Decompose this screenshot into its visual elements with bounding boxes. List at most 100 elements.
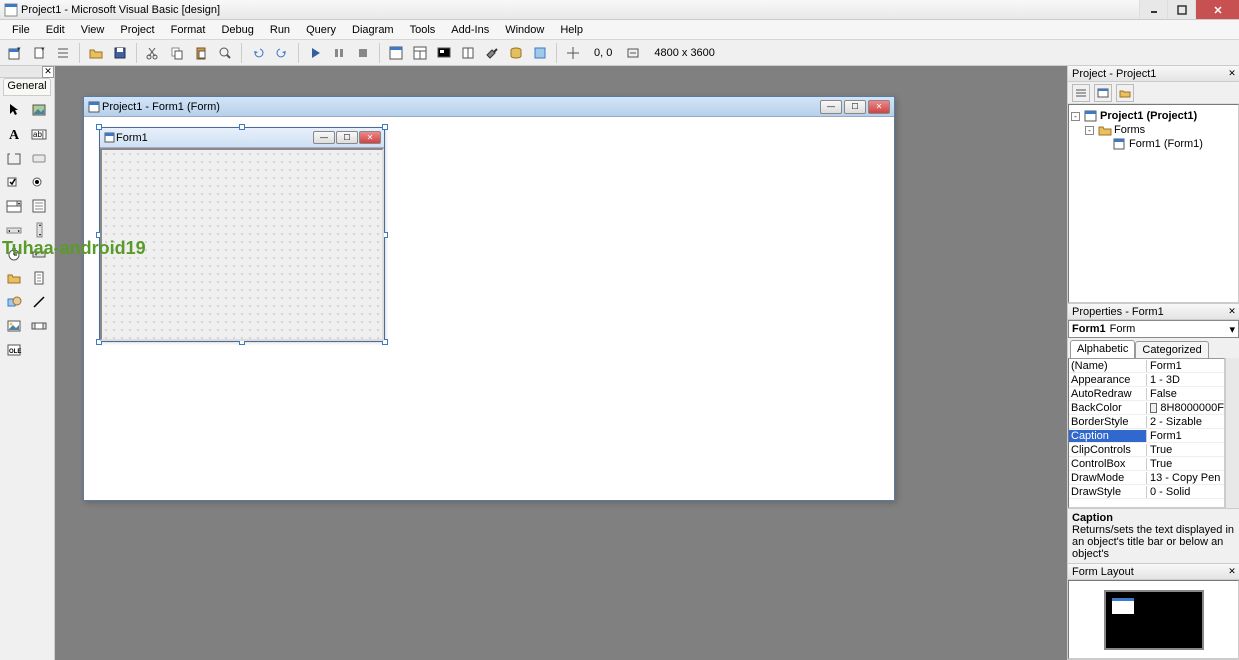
object-browser-button[interactable] — [457, 42, 479, 64]
menu-window[interactable]: Window — [497, 22, 552, 38]
properties-scrollbar[interactable] — [1225, 358, 1239, 508]
menu-editor-button[interactable] — [52, 42, 74, 64]
property-row[interactable]: CaptionForm1 — [1069, 429, 1224, 443]
tree-node-form1[interactable]: Form1 (Form1) — [1071, 137, 1236, 151]
designer-surface[interactable]: Form1 — ☐ ✕ Tuhaa-android19 — [84, 117, 894, 137]
property-value[interactable]: 8H8000000F — [1147, 402, 1224, 414]
menu-file[interactable]: File — [4, 22, 38, 38]
view-code-button[interactable] — [1072, 84, 1090, 102]
property-row[interactable]: ClipControlsTrue — [1069, 443, 1224, 457]
object-selector-combo[interactable]: Form1 Form ▾ — [1068, 320, 1239, 338]
maximize-button[interactable] — [1167, 0, 1195, 19]
label-tool[interactable]: A — [3, 123, 25, 145]
find-button[interactable] — [214, 42, 236, 64]
menu-edit[interactable]: Edit — [38, 22, 73, 38]
add-form-button[interactable]: ▾ — [28, 42, 50, 64]
form-position-indicator[interactable] — [1112, 598, 1134, 614]
save-button[interactable] — [109, 42, 131, 64]
property-row[interactable]: ControlBoxTrue — [1069, 457, 1224, 471]
listbox-tool[interactable] — [28, 195, 50, 217]
menu-addins[interactable]: Add-Ins — [443, 22, 497, 38]
property-row[interactable]: BorderStyle2 - Sizable — [1069, 415, 1224, 429]
optionbutton-tool[interactable] — [28, 171, 50, 193]
menu-view[interactable]: View — [73, 22, 113, 38]
menu-run[interactable]: Run — [262, 22, 298, 38]
property-value[interactable]: 1 - 3D — [1147, 374, 1224, 386]
filelistbox-tool[interactable] — [28, 267, 50, 289]
commandbutton-tool[interactable] — [28, 147, 50, 169]
end-button[interactable] — [352, 42, 374, 64]
shape-tool[interactable] — [3, 291, 25, 313]
menu-help[interactable]: Help — [552, 22, 591, 38]
textbox-tool[interactable]: ab| — [28, 123, 50, 145]
properties-window-button[interactable] — [409, 42, 431, 64]
tree-node-forms-folder[interactable]: - Forms — [1071, 123, 1236, 137]
menu-debug[interactable]: Debug — [213, 22, 261, 38]
designer-close-button[interactable]: ✕ — [868, 100, 890, 114]
resize-handle[interactable] — [239, 124, 245, 130]
resize-handle[interactable] — [96, 124, 102, 130]
data-view-button[interactable] — [505, 42, 527, 64]
menu-diagram[interactable]: Diagram — [344, 22, 402, 38]
property-value[interactable]: 13 - Copy Pen — [1147, 472, 1224, 484]
designer-minimize-button[interactable]: — — [820, 100, 842, 114]
menu-tools[interactable]: Tools — [402, 22, 444, 38]
start-button[interactable] — [304, 42, 326, 64]
copy-button[interactable] — [166, 42, 188, 64]
property-value[interactable]: False — [1147, 388, 1224, 400]
checkbox-tool[interactable] — [3, 171, 25, 193]
pointer-tool[interactable] — [3, 99, 25, 121]
minimize-button[interactable] — [1139, 0, 1167, 19]
property-value[interactable]: Form1 — [1147, 360, 1224, 372]
expand-toggle[interactable]: - — [1085, 126, 1094, 135]
form-design-grid[interactable]: Tuhaa-android19 — [100, 148, 384, 341]
break-button[interactable] — [328, 42, 350, 64]
redo-button[interactable] — [271, 42, 293, 64]
form-layout-close-button[interactable]: ✕ — [1225, 565, 1239, 579]
toolbox-close-button[interactable]: ✕ — [42, 66, 54, 78]
toolbox-button[interactable] — [481, 42, 503, 64]
close-button[interactable] — [1195, 0, 1239, 19]
paste-button[interactable] — [190, 42, 212, 64]
cut-button[interactable] — [142, 42, 164, 64]
picturebox-tool[interactable] — [28, 99, 50, 121]
tree-node-project[interactable]: - Project1 (Project1) — [1071, 109, 1236, 123]
property-row[interactable]: Appearance1 - 3D — [1069, 373, 1224, 387]
undo-button[interactable] — [247, 42, 269, 64]
view-object-button[interactable] — [1094, 84, 1112, 102]
data-tool[interactable] — [28, 315, 50, 337]
expand-toggle[interactable]: - — [1071, 112, 1080, 121]
menu-query[interactable]: Query — [298, 22, 344, 38]
property-value[interactable]: Form1 — [1147, 430, 1224, 442]
property-value[interactable]: True — [1147, 444, 1224, 456]
ole-tool[interactable]: OLE — [3, 339, 25, 361]
property-row[interactable]: BackColor8H8000000F — [1069, 401, 1224, 415]
form-layout-button[interactable] — [433, 42, 455, 64]
image-tool[interactable] — [3, 315, 25, 337]
property-row[interactable]: DrawStyle0 - Solid — [1069, 485, 1224, 499]
property-value[interactable]: True — [1147, 458, 1224, 470]
project-tree[interactable]: - Project1 (Project1) - Forms Form1 (For… — [1068, 104, 1239, 303]
project-panel-close-button[interactable]: ✕ — [1225, 67, 1239, 81]
property-value[interactable]: 0 - Solid — [1147, 486, 1224, 498]
component-manager-button[interactable] — [529, 42, 551, 64]
toggle-folders-button[interactable] — [1116, 84, 1134, 102]
property-row[interactable]: (Name)Form1 — [1069, 359, 1224, 373]
properties-grid[interactable]: (Name)Form1Appearance1 - 3DAutoRedrawFal… — [1068, 358, 1225, 508]
designer-maximize-button[interactable]: ☐ — [844, 100, 866, 114]
open-button[interactable] — [85, 42, 107, 64]
menu-project[interactable]: Project — [112, 22, 162, 38]
property-value[interactable]: 2 - Sizable — [1147, 416, 1224, 428]
designer-titlebar[interactable]: Project1 - Form1 (Form) — ☐ ✕ — [84, 97, 894, 117]
properties-panel-close-button[interactable]: ✕ — [1225, 305, 1239, 319]
tab-alphabetic[interactable]: Alphabetic — [1070, 340, 1135, 358]
tab-categorized[interactable]: Categorized — [1135, 341, 1208, 358]
resize-handle[interactable] — [382, 124, 388, 130]
menu-format[interactable]: Format — [163, 22, 214, 38]
combobox-tool[interactable] — [3, 195, 25, 217]
frame-tool[interactable] — [3, 147, 25, 169]
property-row[interactable]: AutoRedrawFalse — [1069, 387, 1224, 401]
property-row[interactable]: DrawMode13 - Copy Pen — [1069, 471, 1224, 485]
project-explorer-button[interactable] — [385, 42, 407, 64]
dirlistbox-tool[interactable] — [3, 267, 25, 289]
